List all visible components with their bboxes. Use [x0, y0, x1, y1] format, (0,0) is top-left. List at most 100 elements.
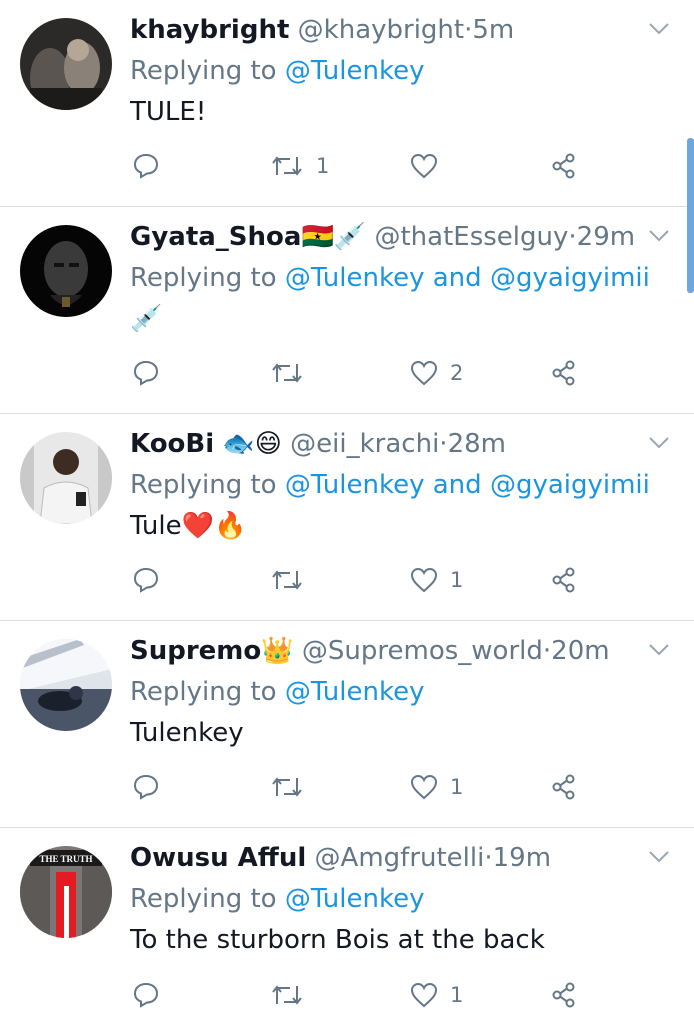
- share-button[interactable]: [550, 353, 578, 393]
- reply-button[interactable]: [132, 560, 160, 600]
- heart-icon: [410, 982, 438, 1008]
- heart-icon: [410, 153, 438, 179]
- separator-dot: ·: [439, 429, 448, 459]
- reply-button[interactable]: [132, 146, 160, 186]
- tweet-item[interactable]: KooBi 🐟😄 @eii_krachi·28m Replying to @Tu…: [0, 414, 694, 621]
- tweet-text: Tulenkey: [130, 718, 244, 748]
- tweet-item[interactable]: THE TRUTH Owusu Afful @Amgfrutelli·19m R…: [0, 828, 694, 1035]
- like-button[interactable]: 1: [410, 560, 463, 600]
- author-handle[interactable]: @eii_krachi: [290, 429, 439, 459]
- mention-link[interactable]: @Tulenkey: [285, 56, 425, 86]
- share-icon: [552, 982, 575, 1008]
- like-button[interactable]: [410, 146, 450, 186]
- author-name[interactable]: Gyata_Shoa: [130, 222, 301, 252]
- mention-link[interactable]: @gyaigyimii: [490, 263, 650, 293]
- tweet-actions: 1: [130, 146, 594, 186]
- avatar-caption: THE TRUTH: [39, 854, 92, 864]
- mention-joiner: and: [432, 470, 482, 500]
- author-handle[interactable]: @khaybright: [298, 15, 464, 45]
- chevron-down-icon[interactable]: [648, 229, 670, 243]
- like-count: 2: [450, 361, 464, 385]
- reply-bubble-icon: [133, 153, 159, 179]
- like-button[interactable]: 1: [410, 975, 463, 1015]
- chevron-down-icon[interactable]: [648, 850, 670, 864]
- timestamp[interactable]: 29m: [577, 222, 635, 252]
- reply-bubble-icon: [133, 774, 159, 800]
- reply-button[interactable]: [132, 353, 160, 393]
- retweet-icon: [272, 156, 302, 176]
- replying-label: Replying to: [130, 470, 277, 500]
- avatar[interactable]: [20, 432, 112, 524]
- separator-dot: ·: [542, 636, 552, 666]
- timestamp[interactable]: 28m: [448, 429, 506, 459]
- tweet-item[interactable]: khaybright @khaybright·5m Replying to @T…: [0, 0, 694, 207]
- tweet-actions: 1: [130, 975, 594, 1015]
- share-icon: [552, 567, 575, 593]
- author-name[interactable]: Supremo: [130, 636, 261, 666]
- timeline-feed: khaybright @khaybright · 5m Replying to @T…: [0, 0, 694, 1035]
- share-button[interactable]: [550, 146, 578, 186]
- tweet-text: Tule❤️🔥: [130, 511, 247, 541]
- share-button[interactable]: [550, 560, 578, 600]
- tweet-text: 💉: [130, 304, 163, 334]
- heart-icon: [410, 360, 438, 386]
- retweet-button[interactable]: [270, 767, 316, 807]
- retweet-icon: [272, 570, 302, 590]
- author-name[interactable]: Owusu Afful: [130, 843, 306, 873]
- tweet-actions: 1: [130, 560, 594, 600]
- avatar[interactable]: [20, 639, 112, 731]
- mention-link[interactable]: @Tulenkey: [285, 263, 425, 293]
- like-count: 1: [450, 568, 464, 592]
- reply-bubble-icon: [133, 567, 159, 593]
- name-emoji: 🇬🇭💉: [301, 222, 367, 252]
- replying-label: Replying to: [130, 677, 277, 707]
- mention-link[interactable]: @Tulenkey: [285, 470, 425, 500]
- mention-link[interactable]: @gyaigyimii: [490, 470, 650, 500]
- author-handle[interactable]: @Supremos_world: [302, 636, 543, 666]
- tweet-item[interactable]: Supremo👑 @Supremos_world·20m Replying to…: [0, 621, 694, 828]
- tweet-text: TULE!: [130, 97, 207, 127]
- avatar[interactable]: [20, 225, 112, 317]
- mention-link[interactable]: @Tulenkey: [285, 677, 425, 707]
- retweet-icon: [272, 777, 302, 797]
- scrollbar[interactable]: [687, 138, 694, 293]
- replying-label: Replying to: [130, 263, 277, 293]
- chevron-down-icon[interactable]: [648, 22, 670, 36]
- share-button[interactable]: [550, 767, 578, 807]
- like-button[interactable]: 1: [410, 767, 463, 807]
- retweet-button[interactable]: [270, 353, 316, 393]
- tweet-item[interactable]: Gyata_Shoa🇬🇭💉 @thatEsselguy·29m Replying…: [0, 207, 694, 414]
- author-name[interactable]: KooBi: [130, 429, 214, 459]
- like-button[interactable]: 2: [410, 353, 463, 393]
- tweet-text: To the sturborn Bois at the back: [130, 925, 545, 955]
- retweet-button[interactable]: [270, 560, 316, 600]
- tweet-actions: 2: [130, 353, 594, 393]
- separator-dot: ·: [568, 222, 577, 252]
- author-handle[interactable]: @Amgfrutelli: [315, 843, 485, 873]
- avatar[interactable]: THE TRUTH: [20, 846, 112, 938]
- reply-button[interactable]: [132, 767, 160, 807]
- timestamp[interactable]: 20m: [551, 636, 609, 666]
- chevron-down-icon[interactable]: [648, 436, 670, 450]
- mention-link[interactable]: @Tulenkey: [285, 884, 425, 914]
- timestamp[interactable]: 5m: [472, 15, 514, 45]
- retweet-button[interactable]: 1: [270, 146, 329, 186]
- separator-dot: ·: [484, 843, 493, 873]
- share-icon: [552, 774, 575, 800]
- retweet-button[interactable]: [270, 975, 316, 1015]
- name-emoji: 🐟😄: [222, 429, 282, 459]
- retweet-icon: [272, 363, 302, 383]
- replying-label: Replying to: [130, 56, 277, 86]
- avatar[interactable]: [20, 18, 112, 110]
- share-icon: [552, 153, 575, 179]
- retweet-icon: [272, 985, 302, 1005]
- replying-label: Replying to: [130, 884, 277, 914]
- share-button[interactable]: [550, 975, 578, 1015]
- reply-bubble-icon: [133, 982, 159, 1008]
- chevron-down-icon[interactable]: [648, 643, 670, 657]
- author-name[interactable]: khaybright: [130, 15, 289, 45]
- like-count: 1: [450, 775, 464, 799]
- timestamp[interactable]: 19m: [493, 843, 551, 873]
- reply-button[interactable]: [132, 975, 160, 1015]
- author-handle[interactable]: @thatEsselguy: [374, 222, 568, 252]
